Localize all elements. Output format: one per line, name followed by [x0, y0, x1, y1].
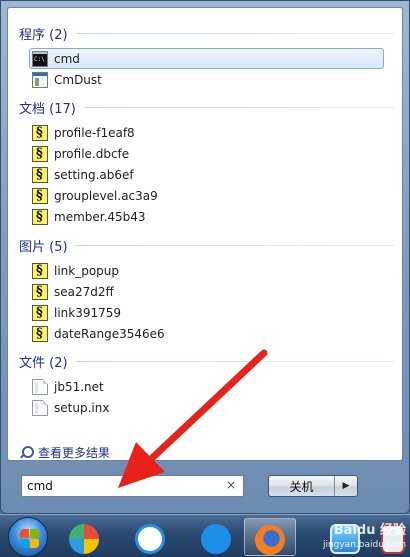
taskbar-app-pinwheel[interactable]: [58, 518, 110, 556]
result-item-label: member.45b43: [54, 209, 146, 224]
watermark-title: Baidu 经验: [333, 523, 406, 538]
script-file-icon: [32, 166, 48, 183]
result-item-label: dateRange3546e6: [54, 326, 165, 341]
result-item-document[interactable]: setting.ab6ef: [29, 164, 384, 185]
firefox-icon: [255, 525, 285, 555]
result-item-document[interactable]: grouplevel.ac3a9: [29, 185, 384, 206]
taskbar-app-maxthon[interactable]: [190, 518, 242, 556]
result-item-label: link_popup: [54, 263, 120, 278]
result-item-picture[interactable]: sea27d2ff: [29, 281, 384, 302]
result-item-document[interactable]: member.45b43: [29, 206, 384, 227]
browser-m-icon: [201, 524, 231, 554]
result-item-document[interactable]: profile-f1eaf8: [29, 122, 384, 143]
result-item-document[interactable]: profile.dbcfe: [29, 143, 384, 164]
result-item-label: grouplevel.ac3a9: [54, 188, 158, 203]
result-item-label: profile-f1eaf8: [54, 125, 135, 140]
script-file-icon: [32, 208, 48, 225]
result-item-picture[interactable]: link_popup: [29, 260, 384, 281]
group-header-label: 程序 (2): [19, 28, 68, 43]
script-file-icon: [32, 325, 48, 342]
shutdown-options-arrow-icon[interactable]: ▶: [335, 476, 357, 496]
taskbar-app-firefox[interactable]: [244, 518, 296, 556]
group-divider: [83, 107, 394, 108]
search-input[interactable]: [27, 479, 222, 493]
start-menu: 程序 (2) cmd CmDust 文档 (17) profile-f1eaf8…: [0, 0, 410, 514]
group-divider: [75, 245, 394, 246]
blank-file-icon: [32, 378, 48, 395]
script-file-icon: [32, 187, 48, 204]
shutdown-button-group: 关机 ▶: [268, 475, 358, 497]
result-item-cmdust[interactable]: CmDust: [29, 69, 384, 90]
start-button[interactable]: [8, 517, 48, 557]
result-item-picture[interactable]: link391759: [29, 302, 384, 323]
result-item-cmd[interactable]: cmd: [29, 48, 384, 69]
group-header-label: 文件 (2): [19, 356, 68, 371]
result-item-file[interactable]: setup.inx: [29, 397, 384, 418]
group-header-pictures: 图片 (5): [19, 236, 394, 255]
script-file-icon: [32, 283, 48, 300]
result-item-label: profile.dbcfe: [54, 146, 130, 161]
shutdown-button[interactable]: 关机: [269, 476, 335, 496]
script-file-icon: [32, 262, 48, 279]
script-file-icon: [32, 304, 48, 321]
taskbar-app-baidu-cloud[interactable]: [124, 518, 176, 556]
script-file-icon: [32, 124, 48, 141]
blank-file-icon: [32, 399, 48, 416]
group-header-files: 文件 (2): [19, 352, 394, 371]
result-item-file[interactable]: jb51.net: [29, 376, 384, 397]
group-header-documents: 文档 (17): [19, 98, 394, 117]
result-item-label: sea27d2ff: [54, 284, 114, 299]
result-item-label: cmd: [54, 51, 80, 66]
result-item-label: setup.inx: [54, 400, 110, 415]
result-item-label: link391759: [54, 305, 122, 320]
app-icon: [32, 71, 48, 88]
magnifier-icon: [19, 445, 34, 460]
result-item-label: CmDust: [54, 72, 102, 87]
group-header-label: 图片 (5): [19, 240, 68, 255]
script-file-icon: [32, 145, 48, 162]
see-more-label: 查看更多结果: [38, 446, 111, 460]
result-item-label: setting.ab6ef: [54, 167, 134, 182]
search-results-panel: 程序 (2) cmd CmDust 文档 (17) profile-f1eaf8…: [7, 7, 403, 461]
group-header-label: 文档 (17): [19, 102, 76, 117]
result-item-label: jb51.net: [54, 379, 104, 394]
watermark-subtitle: jingyan.baidu.com: [322, 540, 406, 550]
cmd-icon: [32, 50, 48, 67]
windows-logo-icon: [20, 529, 29, 538]
cloud-app-icon: [135, 524, 165, 554]
clear-search-icon[interactable]: ×: [226, 478, 236, 492]
baidu-jingyan-watermark: Baidu 经验 jingyan.baidu.com: [296, 515, 410, 557]
pinwheel-app-icon: [69, 524, 99, 554]
result-item-picture[interactable]: dateRange3546e6: [29, 323, 384, 344]
group-divider: [75, 361, 394, 362]
see-more-results-link[interactable]: 查看更多结果: [19, 444, 110, 461]
search-box[interactable]: ×: [21, 475, 244, 497]
group-header-programs: 程序 (2): [19, 24, 394, 43]
group-divider: [75, 33, 394, 34]
